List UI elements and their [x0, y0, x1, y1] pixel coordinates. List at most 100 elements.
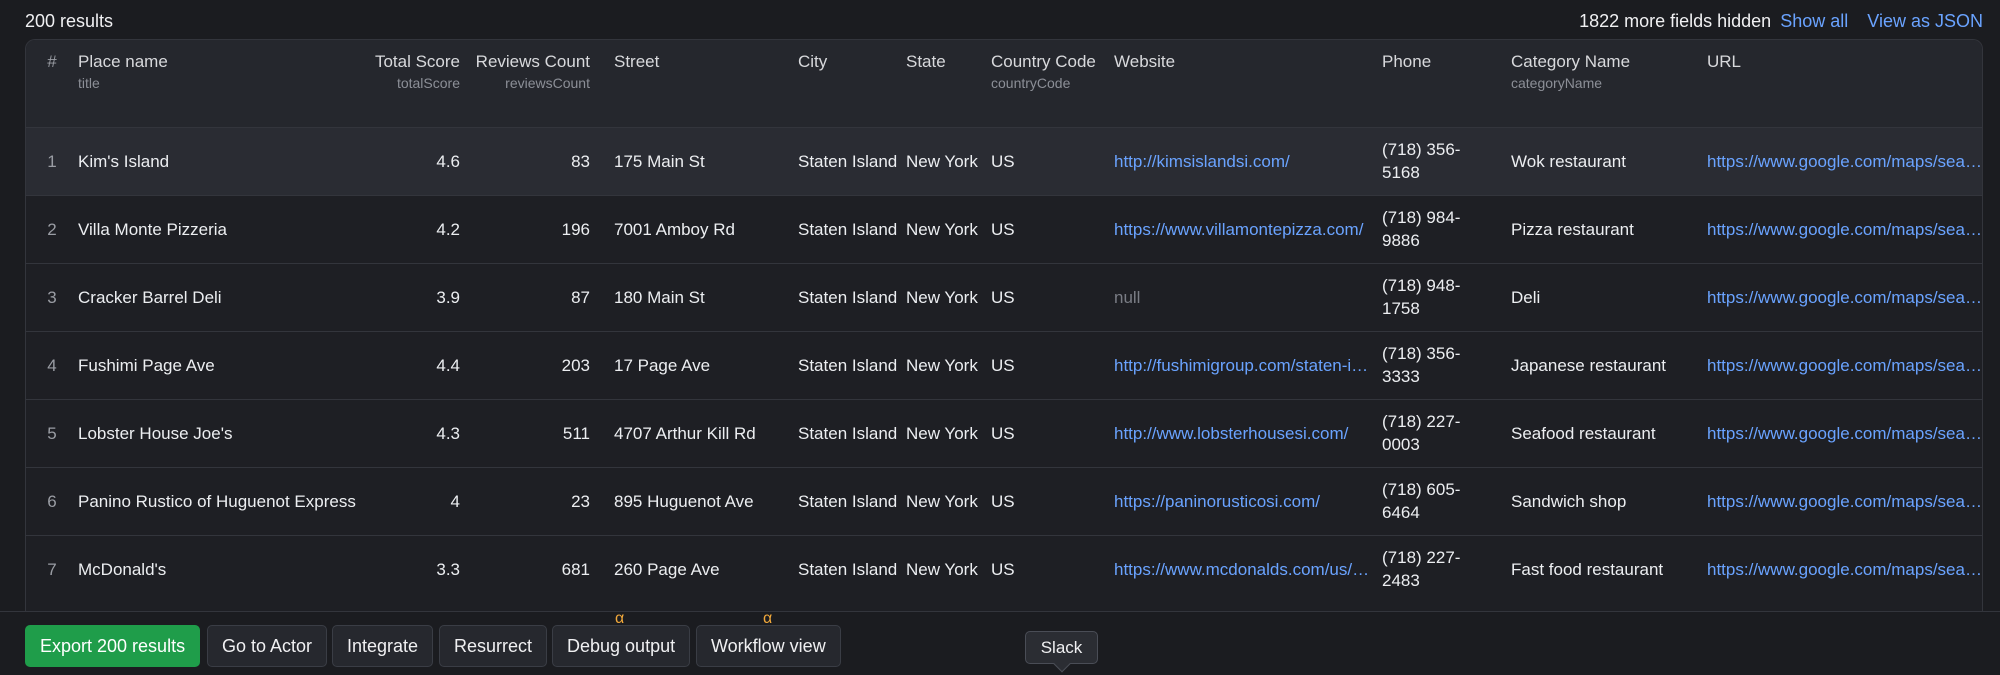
cell-category-name: Seafood restaurant — [1511, 423, 1656, 443]
cell-street: 180 Main St — [614, 287, 705, 307]
cell-url[interactable]: https://www.google.com/maps/search/?api=… — [1697, 535, 1982, 603]
cell-country-code: US — [991, 491, 1015, 511]
cell-total-score: 4.6 — [436, 151, 460, 171]
cell-index: 5 — [47, 423, 57, 443]
action-bar: Export 200 results Go to Actor Integrate… — [0, 610, 2000, 675]
slack-tooltip: Slack — [1025, 631, 1098, 673]
hidden-fields-text: 1822 more fields hidden — [1579, 11, 1772, 31]
table-body: 1 Kim's Island 4.6 83 175 Main St Staten Isla… — [26, 127, 1982, 603]
cell-url[interactable]: https://www.google.com/maps/search/?api=… — [1697, 127, 1982, 195]
cell-category-name: Wok restaurant — [1511, 151, 1626, 171]
cell-category-name: Sandwich shop — [1511, 491, 1627, 511]
cell-street: 260 Page Ave — [614, 559, 720, 579]
cell-total-score: 4.4 — [436, 355, 460, 375]
column-header-url[interactable]: URL — [1697, 40, 1982, 127]
cell-place-name: McDonald's — [78, 559, 167, 579]
go-to-actor-button[interactable]: Go to Actor — [207, 625, 328, 667]
column-header-index[interactable]: # — [26, 40, 78, 127]
cell-url[interactable]: https://www.google.com/maps/search/?api=… — [1697, 263, 1982, 331]
table-row[interactable]: 5 Lobster House Joe's 4.3 511 4707 Arthur Ki… — [26, 399, 1982, 467]
cell-reviews-count: 511 — [562, 423, 590, 443]
column-header-website[interactable]: Website — [1114, 40, 1372, 127]
cell-category-name: Fast food restaurant — [1511, 559, 1664, 579]
table-row[interactable]: 7 McDonald's 3.3 681 260 Page Ave Staten Isla… — [26, 535, 1982, 603]
cell-reviews-count: 203 — [561, 355, 590, 375]
cell-website[interactable]: http://kimsislandsi.com/ — [1114, 127, 1372, 195]
cell-total-score: 3.9 — [436, 287, 460, 307]
cell-place-name: Villa Monte Pizzeria — [78, 219, 227, 239]
cell-place-name: Lobster House Joe's — [78, 423, 233, 443]
view-as-json-link[interactable]: View as JSON — [1867, 11, 1983, 31]
table-row[interactable]: 2 Villa Monte Pizzeria 4.2 196 7001 Amboy Rd… — [26, 195, 1982, 263]
column-header-place-name[interactable]: Place name title — [78, 40, 368, 127]
cell-website: null — [1114, 287, 1141, 307]
column-header-state[interactable]: State — [906, 40, 991, 127]
cell-country-code: US — [991, 287, 1015, 307]
cell-website[interactable]: http://www.lobsterhousesi.com/ — [1114, 399, 1372, 467]
results-table: # Place name title Total Score totalScore … — [26, 40, 1982, 603]
table-row[interactable]: 1 Kim's Island 4.6 83 175 Main St Staten Isla… — [26, 127, 1982, 195]
workflow-view-button[interactable]: Workflow view — [696, 625, 841, 667]
cell-street: 4707 Arthur Kill Rd — [614, 423, 756, 443]
cell-url[interactable]: https://www.google.com/maps/search/?api=… — [1697, 195, 1982, 263]
cell-place-name: Cracker Barrel Deli — [78, 287, 222, 307]
cell-website[interactable]: http://fushimigroup.com/staten-island — [1114, 331, 1372, 399]
cell-city: Staten Island — [798, 423, 898, 443]
cell-category-name: Japanese restaurant — [1511, 355, 1666, 375]
cell-country-code: US — [991, 423, 1015, 443]
cell-index: 2 — [47, 219, 57, 239]
cell-city: Staten Island — [798, 287, 898, 307]
cell-reviews-count: 87 — [571, 287, 590, 307]
cell-total-score: 4.2 — [436, 219, 460, 239]
cell-website[interactable]: https://www.villamontepizza.com/ — [1114, 195, 1372, 263]
cell-street: 895 Huguenot Ave — [614, 491, 754, 511]
cell-state: New York — [906, 423, 978, 443]
cell-street: 17 Page Ave — [614, 355, 711, 375]
column-header-total-score[interactable]: Total Score totalScore — [368, 40, 474, 127]
cell-place-name: Panino Rustico of Huguenot Express — [78, 491, 356, 511]
results-count: 200 results — [25, 11, 114, 31]
cell-state: New York — [906, 559, 978, 579]
cell-index: 3 — [47, 287, 57, 307]
cell-state: New York — [906, 355, 978, 375]
results-header: 200 results 1822 more fields hidden Show… — [0, 0, 2000, 40]
cell-url[interactable]: https://www.google.com/maps/search/?api=… — [1697, 467, 1982, 535]
field-visibility-controls: 1822 more fields hidden Show all View as… — [1579, 11, 1983, 32]
column-header-category-name[interactable]: Category Name categoryName — [1501, 40, 1697, 127]
cell-total-score: 3.3 — [436, 559, 460, 579]
cell-index: 6 — [47, 491, 57, 511]
column-header-reviews-count[interactable]: Reviews Count reviewsCount — [474, 40, 604, 127]
cell-total-score: 4 — [450, 491, 460, 511]
table-row[interactable]: 6 Panino Rustico of Huguenot Express 4 23 89… — [26, 467, 1982, 535]
cell-reviews-count: 681 — [561, 559, 590, 579]
resurrect-button[interactable]: Resurrect — [439, 625, 548, 667]
cell-state: New York — [906, 287, 978, 307]
cell-state: New York — [906, 151, 978, 171]
cell-country-code: US — [991, 355, 1015, 375]
cell-state: New York — [906, 491, 978, 511]
cell-website[interactable]: https://paninorusticosi.com/ — [1114, 467, 1372, 535]
cell-city: Staten Island — [798, 355, 898, 375]
debug-output-button[interactable]: Debug output — [552, 625, 691, 667]
cell-url[interactable]: https://www.google.com/maps/search/?api=… — [1697, 331, 1982, 399]
cell-country-code: US — [991, 151, 1015, 171]
column-header-country-code[interactable]: Country Code countryCode — [991, 40, 1114, 127]
cell-url[interactable]: https://www.google.com/maps/search/?api=… — [1697, 399, 1982, 467]
cell-index: 4 — [47, 355, 57, 375]
cell-street: 175 Main St — [614, 151, 705, 171]
show-all-link[interactable]: Show all — [1780, 11, 1848, 31]
cell-phone: (718) 227-2483 — [1382, 548, 1461, 591]
results-table-container: # Place name title Total Score totalScore … — [25, 39, 1983, 611]
column-header-city[interactable]: City — [798, 40, 906, 127]
table-row[interactable]: 3 Cracker Barrel Deli 3.9 87 180 Main St Stat… — [26, 263, 1982, 331]
cell-website[interactable]: https://www.mcdonalds.com/us/en-us.html — [1114, 535, 1372, 603]
cell-phone: (718) 984-9886 — [1382, 208, 1461, 250]
column-header-street[interactable]: Street — [604, 40, 798, 127]
cell-country-code: US — [991, 219, 1015, 239]
column-header-phone[interactable]: Phone — [1372, 40, 1501, 127]
export-results-button[interactable]: Export 200 results — [25, 625, 201, 667]
integrate-button[interactable]: Integrate — [332, 625, 434, 667]
cell-total-score: 4.3 — [436, 423, 460, 443]
cell-state: New York — [906, 219, 978, 239]
table-row[interactable]: 4 Fushimi Page Ave 4.4 203 17 Page Ave Staten… — [26, 331, 1982, 399]
